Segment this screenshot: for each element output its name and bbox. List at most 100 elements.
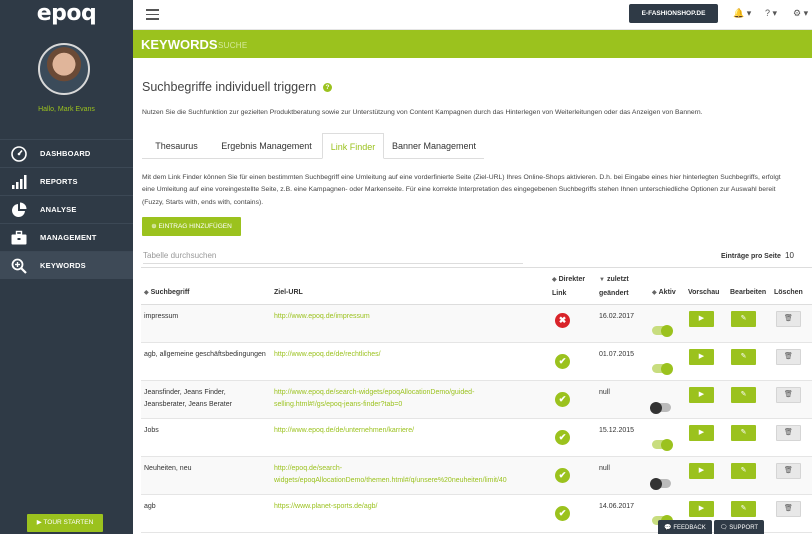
preview-play-button[interactable]: ▶ bbox=[689, 463, 714, 479]
page-subtitle: SUCHE bbox=[218, 41, 248, 50]
feedback-button[interactable]: 💬 FEEDBACK bbox=[658, 520, 712, 534]
tab-bar: Thesaurus Ergebnis Management Link Finde… bbox=[142, 133, 484, 159]
tab-thesaurus[interactable]: Thesaurus bbox=[142, 133, 211, 159]
header-preview: Vorschau bbox=[688, 289, 720, 296]
shop-select[interactable]: E-FASHIONSHOP.DE bbox=[629, 4, 718, 23]
delete-trash-button[interactable]: 🗑 bbox=[776, 425, 801, 441]
logo[interactable]: epoq bbox=[0, 0, 133, 30]
sort-icon: ◆ bbox=[144, 290, 149, 296]
tab-link-finder[interactable]: Link Finder bbox=[322, 133, 384, 159]
sidebar-item-dashboard[interactable]: DASHBOARD bbox=[0, 139, 133, 167]
tab-banner-management[interactable]: Banner Management bbox=[384, 133, 484, 159]
sidebar-item-analyse[interactable]: ANALYSE bbox=[0, 195, 133, 223]
main-content: Suchbegriffe individuell triggern ? Nutz… bbox=[133, 58, 812, 534]
target-url-link[interactable]: http://www.epoq.de/de/unternehmen/karrie… bbox=[274, 425, 544, 437]
support-button[interactable]: 🗨 SUPPORT bbox=[714, 520, 764, 534]
title-bar: KEYWORDS SUCHE bbox=[133, 30, 812, 58]
preview-play-button[interactable]: ▶ bbox=[689, 387, 714, 403]
check-circle-icon: ✔ bbox=[555, 430, 570, 445]
header-active[interactable]: ◆ Aktiv bbox=[652, 286, 676, 300]
sidebar: epoq Hallo, Mark Evans DASHBOARD REPORTS… bbox=[0, 0, 133, 534]
last-changed-cell: 15.12.2015 bbox=[599, 427, 635, 434]
edit-pencil-button[interactable]: ✎ bbox=[731, 501, 756, 517]
gear-icon[interactable]: ⚙ ▾ bbox=[793, 8, 808, 19]
page-title: KEYWORDS bbox=[141, 37, 218, 52]
bar-chart-icon bbox=[10, 174, 28, 190]
search-plus-icon bbox=[10, 258, 28, 274]
check-circle-icon: ✔ bbox=[555, 392, 570, 407]
target-url-link[interactable]: http://www.epoq.de/search-widgets/epoqAl… bbox=[274, 387, 544, 411]
last-changed-cell: null bbox=[599, 465, 610, 472]
sidebar-item-label: DASHBOARD bbox=[40, 149, 91, 158]
delete-trash-button[interactable]: 🗑 bbox=[776, 349, 801, 365]
table-row: agb, allgemeine geschäftsbedingungen http… bbox=[141, 343, 812, 381]
header-direct-link[interactable]: ◆ Direkter Link bbox=[552, 273, 585, 300]
table-row: impressum http://www.epoq.de/impressum ✖ 16… bbox=[141, 305, 812, 343]
add-entry-button[interactable]: ⊕ EINTRAG HINZUFÜGEN bbox=[142, 217, 241, 236]
active-toggle[interactable] bbox=[652, 438, 673, 451]
help-dropdown-icon[interactable]: ? ▾ bbox=[765, 8, 777, 19]
bell-icon[interactable]: 🔔 ▾ bbox=[733, 8, 751, 19]
keyword-cell: impressum bbox=[144, 313, 179, 320]
keywords-table: ◆ Suchbegriff Ziel-URL ◆ Direkter Link ▼ zul… bbox=[141, 267, 812, 533]
tab-ergebnis-management[interactable]: Ergebnis Management bbox=[211, 133, 322, 159]
target-url-link[interactable]: http://epoq.de/search-widgets/epoqAlloca… bbox=[274, 463, 544, 487]
sidebar-item-label: KEYWORDS bbox=[40, 261, 86, 270]
last-changed-cell: 01.07.2015 bbox=[599, 351, 635, 358]
edit-pencil-button[interactable]: ✎ bbox=[731, 311, 756, 327]
avatar[interactable] bbox=[38, 43, 90, 95]
active-toggle[interactable] bbox=[650, 401, 671, 414]
last-changed-cell: 16.02.2017 bbox=[599, 313, 635, 320]
active-toggle[interactable] bbox=[652, 324, 673, 337]
sidebar-item-label: ANALYSE bbox=[40, 205, 77, 214]
hamburger-menu-icon[interactable] bbox=[146, 9, 159, 20]
preview-play-button[interactable]: ▶ bbox=[689, 425, 714, 441]
sidebar-item-reports[interactable]: REPORTS bbox=[0, 167, 133, 195]
per-page-label: Einträge pro Seite bbox=[721, 253, 781, 260]
pie-chart-icon bbox=[10, 202, 28, 218]
sort-icon: ◆ bbox=[652, 290, 657, 296]
check-circle-icon: ✔ bbox=[555, 506, 570, 521]
dashboard-icon bbox=[10, 145, 28, 162]
user-greeting: Hallo, Mark Evans bbox=[38, 106, 95, 113]
delete-trash-button[interactable]: 🗑 bbox=[776, 463, 801, 479]
per-page-select[interactable]: 10 bbox=[785, 251, 794, 260]
delete-trash-button[interactable]: 🗑 bbox=[776, 387, 801, 403]
table-row: Jobs http://www.epoq.de/de/unternehmen/ka… bbox=[141, 419, 812, 457]
active-toggle[interactable] bbox=[652, 362, 673, 375]
delete-trash-button[interactable]: 🗑 bbox=[776, 501, 801, 517]
target-url-link[interactable]: https://www.planet-sports.de/agb/ bbox=[274, 501, 544, 513]
last-changed-cell: 14.06.2017 bbox=[599, 503, 635, 510]
check-circle-icon: ✔ bbox=[555, 354, 570, 369]
sort-desc-icon: ▼ bbox=[599, 277, 605, 283]
target-url-link[interactable]: http://www.epoq.de/de/rechtliches/ bbox=[274, 349, 544, 361]
sort-icon: ◆ bbox=[552, 277, 557, 283]
header-keyword[interactable]: ◆ Suchbegriff bbox=[144, 286, 190, 300]
edit-pencil-button[interactable]: ✎ bbox=[731, 425, 756, 441]
preview-play-button[interactable]: ▶ bbox=[689, 311, 714, 327]
help-icon[interactable]: ? bbox=[323, 83, 332, 92]
keyword-cell: agb bbox=[144, 503, 156, 510]
table-body: impressum http://www.epoq.de/impressum ✖ 16… bbox=[141, 305, 812, 533]
sidebar-item-keywords[interactable]: KEYWORDS bbox=[0, 251, 133, 279]
table-search-input[interactable] bbox=[143, 248, 523, 264]
sidebar-item-management[interactable]: MANAGEMENT bbox=[0, 223, 133, 251]
active-toggle[interactable] bbox=[650, 477, 671, 490]
table-row: Neuheiten, neu http://epoq.de/search-widg… bbox=[141, 457, 812, 495]
keyword-cell: Jobs bbox=[144, 427, 159, 434]
edit-pencil-button[interactable]: ✎ bbox=[731, 387, 756, 403]
intro-text: Nutzen Sie die Suchfunktion zur gezielte… bbox=[142, 109, 703, 116]
preview-play-button[interactable]: ▶ bbox=[689, 501, 714, 517]
header-url: Ziel-URL bbox=[274, 289, 303, 296]
topbar: E-FASHIONSHOP.DE 🔔 ▾ ? ▾ ⚙ ▾ bbox=[133, 0, 812, 30]
target-url-link[interactable]: http://www.epoq.de/impressum bbox=[274, 311, 544, 323]
edit-pencil-button[interactable]: ✎ bbox=[731, 463, 756, 479]
tour-start-button[interactable]: ▶ TOUR STARTEN bbox=[27, 514, 103, 532]
keyword-cell: Jeansfinder, Jeans Finder, Jeansberater,… bbox=[144, 389, 232, 408]
header-last-changed[interactable]: ▼ zuletzt geändert bbox=[599, 273, 629, 300]
table-row: Jeansfinder, Jeans Finder, Jeansberater,… bbox=[141, 381, 812, 419]
keyword-cell: Neuheiten, neu bbox=[144, 465, 192, 472]
delete-trash-button[interactable]: 🗑 bbox=[776, 311, 801, 327]
preview-play-button[interactable]: ▶ bbox=[689, 349, 714, 365]
edit-pencil-button[interactable]: ✎ bbox=[731, 349, 756, 365]
